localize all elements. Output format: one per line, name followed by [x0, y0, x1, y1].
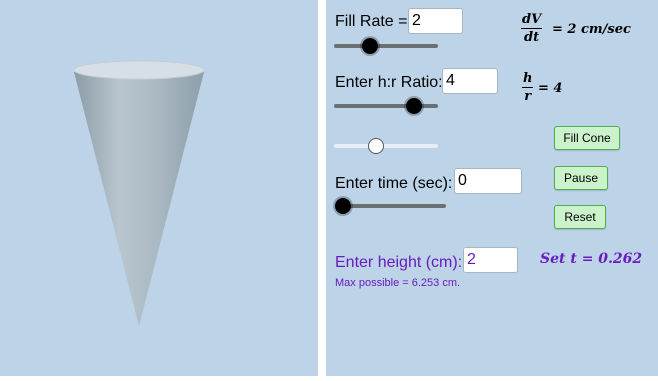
- time-input[interactable]: 0: [454, 168, 522, 194]
- rate-fraction: dV dt: [521, 12, 543, 45]
- rate-denominator: dt: [524, 30, 540, 45]
- unlabeled-slider-thumb[interactable]: [367, 138, 384, 154]
- pane-divider[interactable]: [318, 0, 326, 376]
- rate-numerator: dV: [522, 12, 542, 27]
- fill-rate-slider[interactable]: [334, 38, 438, 54]
- unlabeled-slider[interactable]: [334, 138, 438, 154]
- cone-body: [74, 72, 204, 326]
- unlabeled-slider-track: [334, 144, 438, 148]
- ratio-numerator: h: [523, 71, 533, 86]
- max-height-note: Max possible = 6.253 cm.: [335, 277, 461, 289]
- height-input[interactable]: 2: [463, 247, 518, 273]
- pause-button[interactable]: Pause: [554, 166, 608, 190]
- cone-rim: [73, 60, 205, 80]
- rate-equation: = 2 cm/sec: [552, 22, 631, 37]
- ratio-input[interactable]: 4: [442, 68, 498, 94]
- ratio-label: Enter h:r Ratio:: [335, 74, 443, 91]
- ratio-denominator: r: [524, 89, 532, 104]
- ratio-equation: = 4: [538, 81, 563, 96]
- set-t-readout: Set t = 0.262: [540, 251, 643, 267]
- reset-button[interactable]: Reset: [554, 205, 606, 229]
- fill-rate-input[interactable]: 2: [408, 8, 463, 34]
- height-label: Enter height (cm):: [335, 254, 463, 271]
- time-slider-track: [343, 204, 446, 208]
- fill-rate-slider-thumb[interactable]: [362, 38, 379, 54]
- time-slider[interactable]: [335, 198, 446, 214]
- time-label: Enter time (sec):: [335, 175, 453, 192]
- cone-graphic: [73, 60, 205, 326]
- fill-cone-button[interactable]: Fill Cone: [554, 126, 620, 150]
- time-slider-thumb[interactable]: [335, 198, 351, 214]
- ratio-slider-thumb[interactable]: [406, 98, 423, 114]
- fill-rate-label: Fill Rate =: [335, 13, 408, 30]
- ratio-slider[interactable]: [334, 98, 438, 114]
- graphics-view[interactable]: [0, 0, 318, 376]
- fill-rate-slider-track: [334, 44, 438, 48]
- algebra-panel: Fill Rate = 2 dV dt = 2 cm/sec Enter h:r…: [326, 0, 658, 376]
- ratio-fraction: h r: [522, 71, 534, 104]
- ratio-slider-track: [334, 104, 438, 108]
